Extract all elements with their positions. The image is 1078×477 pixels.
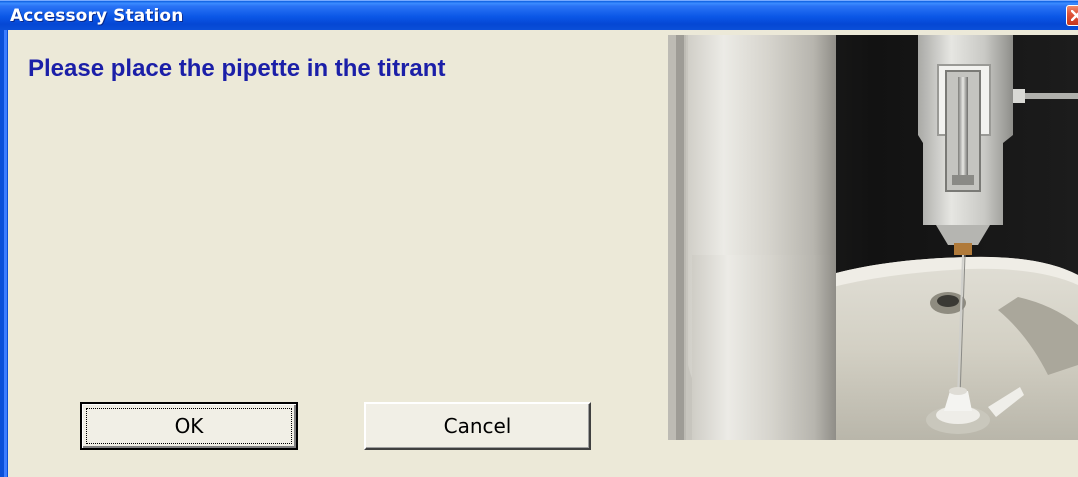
ok-button-label: OK xyxy=(174,414,204,438)
cancel-button[interactable]: Cancel xyxy=(364,402,591,450)
dialog-window: Accessory Station Please place the pipet… xyxy=(0,0,1078,477)
window-title: Accessory Station xyxy=(10,6,184,26)
cancel-button-label: Cancel xyxy=(443,414,512,438)
window-left-border-highlight xyxy=(4,30,7,477)
close-button[interactable] xyxy=(1066,5,1078,26)
ok-button[interactable]: OK xyxy=(80,402,298,450)
title-bar[interactable]: Accessory Station xyxy=(0,0,1078,30)
instruction-message: Please place the pipette in the titrant xyxy=(28,55,446,82)
accessory-station-photo xyxy=(668,35,1078,440)
titrator-illustration xyxy=(668,35,1078,440)
close-icon xyxy=(1071,10,1078,21)
